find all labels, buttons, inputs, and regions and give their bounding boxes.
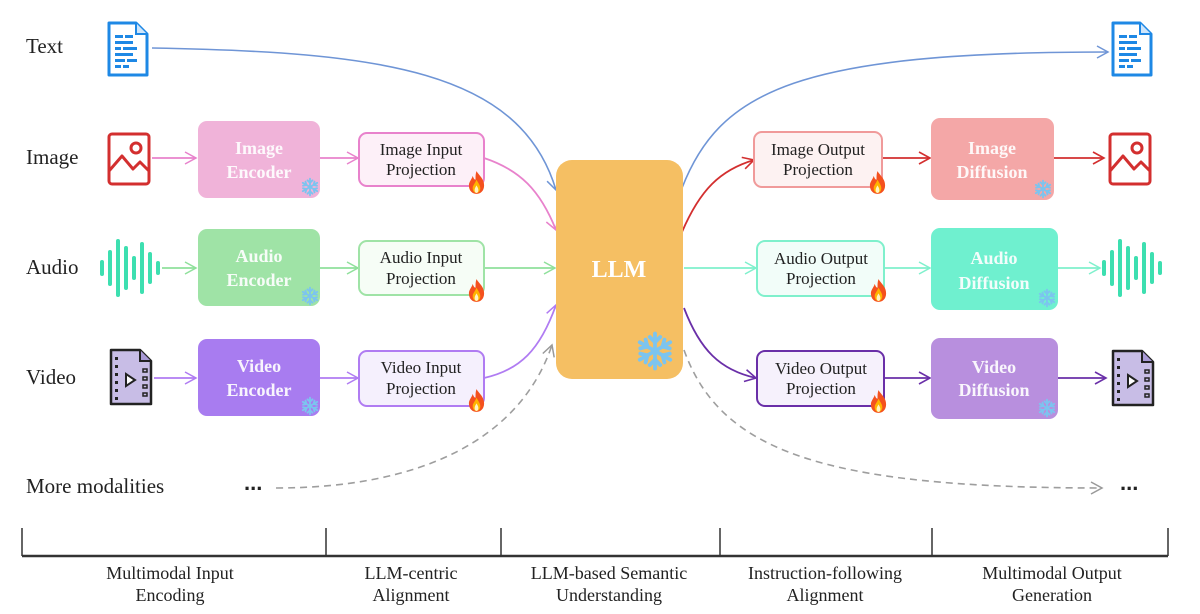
stage-label-line1: Multimodal Output xyxy=(982,563,1122,583)
audio-output-projection-line1: Audio Output xyxy=(774,249,868,268)
modality-label-text: Text xyxy=(26,34,63,58)
image-output-projection-block: Image Output Projection xyxy=(753,131,886,194)
llm-label: LLM xyxy=(592,257,647,283)
image-encoder-block: Image Encoder xyxy=(198,121,320,198)
image-input-projection-block: Image Input Projection xyxy=(358,132,485,194)
video-projection-to-llm-arrow xyxy=(483,303,559,379)
stage-timeline xyxy=(21,528,1169,558)
video-input-projection-block: Video Input Projection xyxy=(358,350,485,412)
video-diffusion-label-line2: Diffusion xyxy=(958,380,1029,400)
stage-label-line1: Instruction-following xyxy=(748,563,902,583)
video-encoder-block: Video Encoder xyxy=(198,339,320,416)
image-output-projection-line2: Projection xyxy=(783,160,853,179)
stage-label-line1: LLM-centric xyxy=(365,563,458,583)
image-input-projection-line1: Image Input xyxy=(380,140,463,159)
stage-label-line1: LLM-based Semantic xyxy=(531,563,687,583)
stage-label-line2: Encoding xyxy=(136,585,205,605)
modality-label-video: Video xyxy=(26,365,76,389)
audio-encoder-label-line1: Audio xyxy=(235,246,282,266)
stage-label-output-generation: Multimodal Output Generation xyxy=(982,563,1122,605)
image-diffusion-label-line1: Image xyxy=(968,138,1016,158)
stage-label-line1: Multimodal Input xyxy=(106,563,234,583)
modality-label-image: Image xyxy=(26,145,78,169)
more-ellipsis-output: ... xyxy=(1120,470,1138,495)
llm-to-video-projection-arrow xyxy=(683,307,758,383)
image-icon xyxy=(107,132,151,186)
audio-input-projection-block: Audio Input Projection xyxy=(358,240,485,302)
image-diffusion-block: Image Diffusion xyxy=(931,118,1054,200)
llm-block: LLM xyxy=(556,160,683,379)
video-output-projection-line1: Video Output xyxy=(775,359,867,378)
video-input-projection-line1: Video Input xyxy=(381,358,462,377)
stage-label-line2: Generation xyxy=(1012,585,1092,605)
audio-output-projection-line2: Projection xyxy=(786,269,856,288)
audio-input-projection-line1: Audio Input xyxy=(380,248,463,267)
video-encoder-label-line1: Video xyxy=(237,356,281,376)
video-output-projection-block: Video Output Projection xyxy=(756,350,887,413)
image-encoder-label-line2: Encoder xyxy=(227,162,292,182)
image-diffusion-label-line2: Diffusion xyxy=(956,162,1027,182)
video-diffusion-block: Video Diffusion xyxy=(931,338,1058,419)
video-encoder-label-line2: Encoder xyxy=(227,380,292,400)
audio-diffusion-label-line1: Audio xyxy=(970,248,1017,268)
text-document-icon xyxy=(107,21,149,77)
audio-diffusion-label-line2: Diffusion xyxy=(958,273,1029,293)
audio-waveform-icon xyxy=(100,239,160,297)
stage-label-instruction-following: Instruction-following Alignment xyxy=(748,563,902,605)
stage-label-line2: Alignment xyxy=(373,585,450,605)
video-output-projection-line2: Projection xyxy=(786,379,856,398)
stage-label-line2: Understanding xyxy=(556,585,662,605)
image-output-icon xyxy=(1108,132,1152,186)
modality-label-audio: Audio xyxy=(26,255,79,279)
stage-label-llm-centric-alignment: LLM-centric Alignment xyxy=(365,563,458,605)
more-ellipsis-input: ... xyxy=(244,470,262,495)
architecture-diagram: Text Image Audio Video More modalities .… xyxy=(21,21,1169,605)
image-output-projection-line1: Image Output xyxy=(771,140,865,159)
image-input-projection-line2: Projection xyxy=(386,160,456,179)
video-file-icon xyxy=(109,348,153,406)
image-encoder-label-line1: Image xyxy=(235,138,283,158)
audio-output-projection-block: Audio Output Projection xyxy=(756,240,887,302)
video-diffusion-label-line1: Video xyxy=(972,357,1016,377)
text-document-output-icon xyxy=(1111,21,1153,77)
llm-to-image-projection-arrow xyxy=(681,156,756,233)
audio-diffusion-block: Audio Diffusion xyxy=(931,228,1058,310)
stage-label-semantic-understanding: LLM-based Semantic Understanding xyxy=(531,563,687,605)
audio-waveform-output-icon xyxy=(1102,239,1162,297)
stage-label-input-encoding: Multimodal Input Encoding xyxy=(106,563,234,605)
audio-encoder-block: Audio Encoder xyxy=(198,229,320,306)
video-file-output-icon xyxy=(1111,349,1155,407)
audio-encoder-label-line2: Encoder xyxy=(227,270,292,290)
modality-label-more: More modalities xyxy=(26,474,164,498)
stage-label-line2: Alignment xyxy=(787,585,864,605)
audio-input-projection-line2: Projection xyxy=(386,269,456,288)
image-projection-to-llm-arrow xyxy=(483,157,559,232)
video-input-projection-line2: Projection xyxy=(386,379,456,398)
